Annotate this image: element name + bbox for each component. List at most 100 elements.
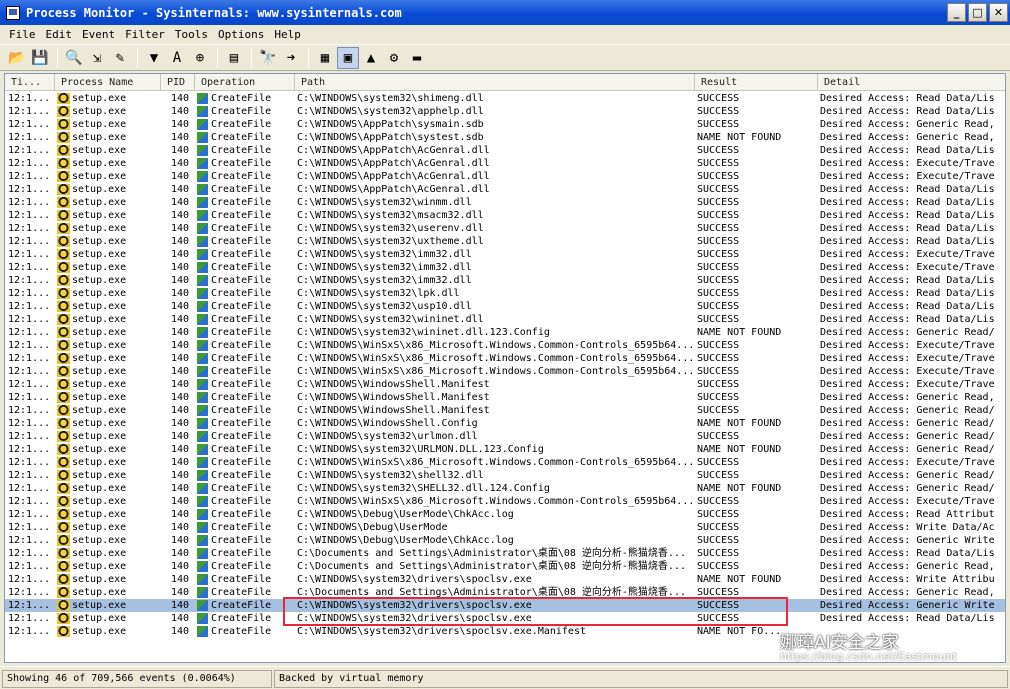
table-row[interactable]: 12:1... setup.exe 140 CreateFile C:\WINDOWS\…: [5, 261, 1005, 274]
table-row[interactable]: 12:1... setup.exe 140 CreateFile C:\WINDOWS\…: [5, 469, 1005, 482]
table-row[interactable]: 12:1... setup.exe 140 CreateFile C:\WINDOWS\…: [5, 326, 1005, 339]
autoscroll-icon[interactable]: ⇲: [86, 47, 108, 69]
table-row[interactable]: 12:1... setup.exe 140 CreateFile C:\Document…: [5, 560, 1005, 573]
table-row[interactable]: 12:1... setup.exe 140 CreateFile C:\WINDOWS\…: [5, 482, 1005, 495]
pid-cell: 140: [170, 158, 189, 169]
process-icon: [57, 613, 70, 624]
filesystem-operation-icon: [197, 184, 208, 195]
table-row[interactable]: 12:1... setup.exe 140 CreateFile C:\WINDOWS\…: [5, 209, 1005, 222]
table-row[interactable]: 12:1... setup.exe 140 CreateFile C:\WINDOWS\…: [5, 534, 1005, 547]
menu-tools[interactable]: Tools: [170, 28, 213, 41]
table-row[interactable]: 12:1... setup.exe 140 CreateFile C:\WINDOWS\…: [5, 508, 1005, 521]
column-header-pid[interactable]: PID: [161, 74, 195, 91]
table-row[interactable]: 12:1... setup.exe 140 CreateFile C:\WINDOWS\…: [5, 235, 1005, 248]
pid-cell: 140: [170, 483, 189, 494]
table-row[interactable]: 12:1... setup.exe 140 CreateFile C:\WINDOWS\…: [5, 313, 1005, 326]
table-row[interactable]: 12:1... setup.exe 140 CreateFile C:\WINDOWS\…: [5, 573, 1005, 586]
open-icon[interactable]: 📂: [6, 47, 28, 69]
capture-icon[interactable]: 🔍: [63, 47, 85, 69]
filesystem-operation-icon: [197, 236, 208, 247]
maximize-button[interactable]: □: [968, 3, 987, 22]
process-icon: [57, 327, 70, 338]
registry-icon[interactable]: ▦: [314, 47, 336, 69]
process-tree-icon[interactable]: ▤: [223, 47, 245, 69]
menu-help[interactable]: Help: [269, 28, 306, 41]
result-cell: SUCCESS: [697, 353, 740, 364]
profiling-icon[interactable]: ▬: [406, 47, 428, 69]
jump-icon[interactable]: ➜: [280, 47, 302, 69]
table-row[interactable]: 12:1... setup.exe 140 CreateFile C:\WINDOWS\…: [5, 521, 1005, 534]
column-header-operation[interactable]: Operation: [195, 74, 295, 91]
path-cell: C:\WINDOWS\Debug\UserMode\ChkAcc.log: [297, 509, 514, 520]
column-header-path[interactable]: Path: [295, 74, 695, 91]
column-header-detail[interactable]: Detail: [818, 74, 1005, 91]
clear-icon[interactable]: ✎: [109, 47, 131, 69]
process-icon: [57, 431, 70, 442]
process-name-cell: setup.exe: [72, 366, 127, 377]
pid-cell: 140: [170, 522, 189, 533]
table-row[interactable]: 12:1... setup.exe 140 CreateFile C:\WINDOWS\…: [5, 274, 1005, 287]
operation-cell: CreateFile: [211, 379, 272, 390]
network-target-icon[interactable]: ⊕: [189, 47, 211, 69]
time-cell: 12:1...: [8, 145, 51, 156]
menu-file[interactable]: File: [4, 28, 41, 41]
path-cell: C:\WINDOWS\AppPatch\systest.sdb: [297, 132, 484, 143]
path-cell: C:\WINDOWS\WinSxS\x86_Microsoft.Windows.…: [297, 457, 695, 468]
operation-cell: CreateFile: [211, 184, 272, 195]
table-row[interactable]: 12:1... setup.exe 140 CreateFile C:\WINDOWS\…: [5, 144, 1005, 157]
time-cell: 12:1...: [8, 470, 51, 481]
table-row[interactable]: 12:1... setup.exe 140 CreateFile C:\WINDOWS\…: [5, 352, 1005, 365]
column-header-process-name[interactable]: Process Name: [55, 74, 161, 91]
table-row[interactable]: 12:1... setup.exe 140 CreateFile C:\Document…: [5, 547, 1005, 560]
path-cell: C:\WINDOWS\system32\lpk.dll: [297, 288, 460, 299]
table-row[interactable]: 12:1... setup.exe 140 CreateFile C:\WINDOWS\…: [5, 118, 1005, 131]
title-bar[interactable]: Process Monitor - Sysinternals: www.sysi…: [0, 0, 1010, 25]
table-row[interactable]: 12:1... setup.exe 140 CreateFile C:\WINDOWS\…: [5, 157, 1005, 170]
close-button[interactable]: ✕: [989, 3, 1008, 22]
process-icon: [57, 249, 70, 260]
menu-event[interactable]: Event: [77, 28, 120, 41]
path-cell: C:\WINDOWS\system32\wininet.dll: [297, 314, 484, 325]
table-row[interactable]: 12:1... setup.exe 140 CreateFile C:\WINDOWS\…: [5, 443, 1005, 456]
table-row[interactable]: 12:1... setup.exe 140 CreateFile C:\WINDOWS\…: [5, 287, 1005, 300]
table-row[interactable]: 12:1... setup.exe 140 CreateFile C:\WINDOWS\…: [5, 495, 1005, 508]
column-header-time[interactable]: Ti...: [5, 74, 55, 91]
table-row[interactable]: 12:1... setup.exe 140 CreateFile C:\WINDOWS\…: [5, 170, 1005, 183]
table-row[interactable]: 12:1... setup.exe 140 CreateFile C:\WINDOWS\…: [5, 183, 1005, 196]
detail-cell: Desired Access: Read Data/Lis: [820, 548, 995, 559]
table-row[interactable]: 12:1... setup.exe 140 CreateFile C:\WINDOWS\…: [5, 378, 1005, 391]
process-thread-icon[interactable]: ⚙: [383, 47, 405, 69]
network-icon[interactable]: ▲: [360, 47, 382, 69]
filter-icon[interactable]: ▼: [143, 47, 165, 69]
table-row[interactable]: 12:1... setup.exe 140 CreateFile C:\WINDOWS\…: [5, 131, 1005, 144]
operation-cell: CreateFile: [211, 548, 272, 559]
menu-edit[interactable]: Edit: [41, 28, 78, 41]
save-icon[interactable]: 💾: [29, 47, 51, 69]
table-row[interactable]: 12:1... setup.exe 140 CreateFile C:\WINDOWS\…: [5, 365, 1005, 378]
table-row[interactable]: 12:1... setup.exe 140 CreateFile C:\WINDOWS\…: [5, 456, 1005, 469]
table-row[interactable]: 12:1... setup.exe 140 CreateFile C:\WINDOWS\…: [5, 300, 1005, 313]
table-row[interactable]: 12:1... setup.exe 140 CreateFile C:\WINDOWS\…: [5, 404, 1005, 417]
table-row[interactable]: 12:1... setup.exe 140 CreateFile C:\WINDOWS\…: [5, 430, 1005, 443]
menu-options[interactable]: Options: [213, 28, 269, 41]
filesystem-icon[interactable]: ▣: [337, 46, 359, 69]
find-icon[interactable]: 🔭: [257, 47, 279, 69]
table-row[interactable]: 12:1... setup.exe 140 CreateFile C:\WINDOWS\…: [5, 417, 1005, 430]
table-row[interactable]: 12:1... setup.exe 140 CreateFile C:\WINDOWS\…: [5, 248, 1005, 261]
table-row[interactable]: 12:1... setup.exe 140 CreateFile C:\WINDOWS\…: [5, 92, 1005, 105]
operation-cell: CreateFile: [211, 496, 272, 507]
event-list[interactable]: Ti... Process Name PID Operation Path Re…: [4, 73, 1006, 663]
minimize-button[interactable]: _: [947, 3, 966, 22]
column-header-result[interactable]: Result: [695, 74, 818, 91]
path-cell: C:\WINDOWS\system32\msacm32.dll: [297, 210, 484, 221]
operation-cell: CreateFile: [211, 392, 272, 403]
time-cell: 12:1...: [8, 171, 51, 182]
table-row[interactable]: 12:1... setup.exe 140 CreateFile C:\WINDOWS\…: [5, 391, 1005, 404]
menu-filter[interactable]: Filter: [120, 28, 170, 41]
table-row[interactable]: 12:1... setup.exe 140 CreateFile C:\WINDOWS\…: [5, 222, 1005, 235]
table-row[interactable]: 12:1... setup.exe 140 CreateFile C:\WINDOWS\…: [5, 339, 1005, 352]
operation-cell: CreateFile: [211, 275, 272, 286]
table-row[interactable]: 12:1... setup.exe 140 CreateFile C:\WINDOWS\…: [5, 105, 1005, 118]
highlight-icon[interactable]: A: [166, 47, 188, 69]
table-row[interactable]: 12:1... setup.exe 140 CreateFile C:\WINDOWS\…: [5, 196, 1005, 209]
